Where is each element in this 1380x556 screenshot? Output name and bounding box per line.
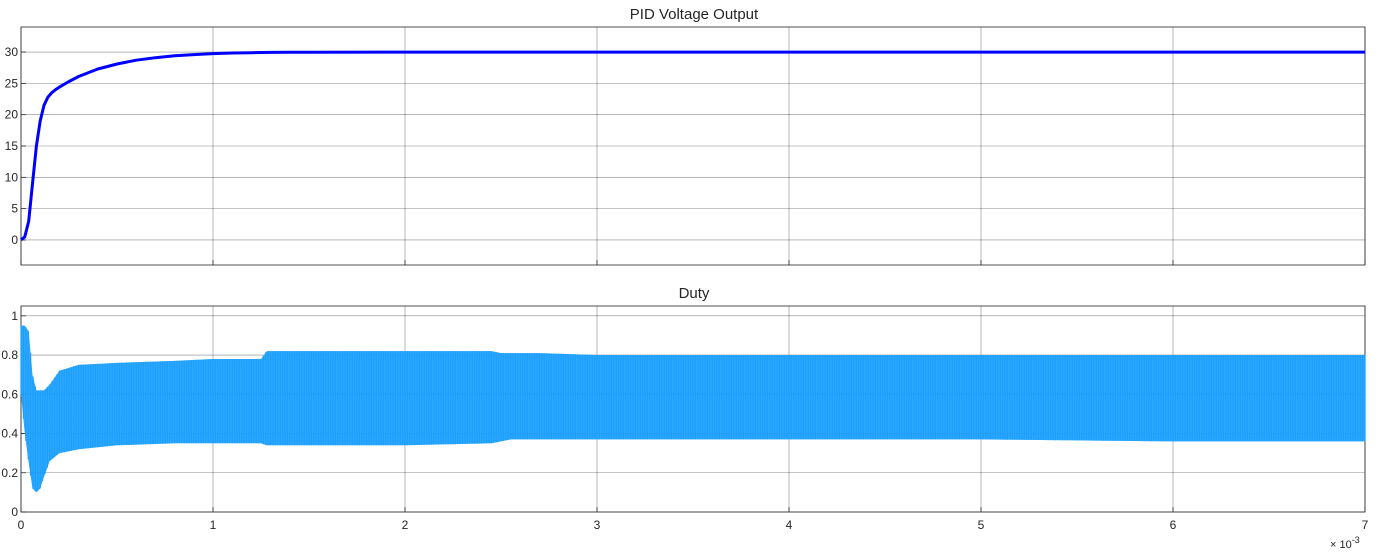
x-exponent-power: -3	[1352, 535, 1360, 545]
x-tick-label: 1	[210, 518, 217, 532]
top-y-tick-label: 15	[5, 139, 19, 153]
top-y-tick-label: 10	[5, 170, 19, 184]
x-tick-label: 2	[402, 518, 409, 532]
x-exponent-label: × 10-3	[1330, 535, 1360, 551]
x-exponent-base: × 10	[1330, 539, 1352, 551]
x-tick-label: 6	[1170, 518, 1177, 532]
figure: PID Voltage Output Duty 051015202530 012…	[1, 6, 1369, 551]
bottom-y-tick-label: 0.2	[1, 466, 18, 480]
x-tick-label: 7	[1362, 518, 1369, 532]
top-y-tick-label: 25	[5, 76, 19, 90]
bottom-y-tick-label: 0.4	[1, 427, 18, 441]
bottom-y-tick-label: 0.6	[1, 387, 18, 401]
top-y-tick-label: 30	[5, 45, 19, 59]
x-tick-label: 5	[978, 518, 985, 532]
x-tick-label: 0	[18, 518, 25, 532]
bottom-plot: 0 1 2 3 4 5 6 7 0 0.2 0.4 0.6 0.8 1	[1, 305, 1369, 532]
bottom-y-tick-label: 0.8	[1, 348, 18, 362]
top-y-tick-label: 20	[5, 108, 19, 122]
top-y-tick-label: 0	[11, 233, 18, 247]
top-y-tick-label: 5	[11, 202, 18, 216]
top-plot: 0 5 10 15 20 25 30	[5, 26, 1366, 266]
bottom-y-tick-label: 0	[11, 505, 18, 519]
bottom-plot-title: Duty	[679, 285, 710, 302]
top-plot-title: PID Voltage Output	[630, 6, 759, 23]
bottom-y-tick-label: 1	[11, 309, 18, 323]
x-tick-label: 3	[594, 518, 601, 532]
x-tick-label: 4	[786, 518, 793, 532]
